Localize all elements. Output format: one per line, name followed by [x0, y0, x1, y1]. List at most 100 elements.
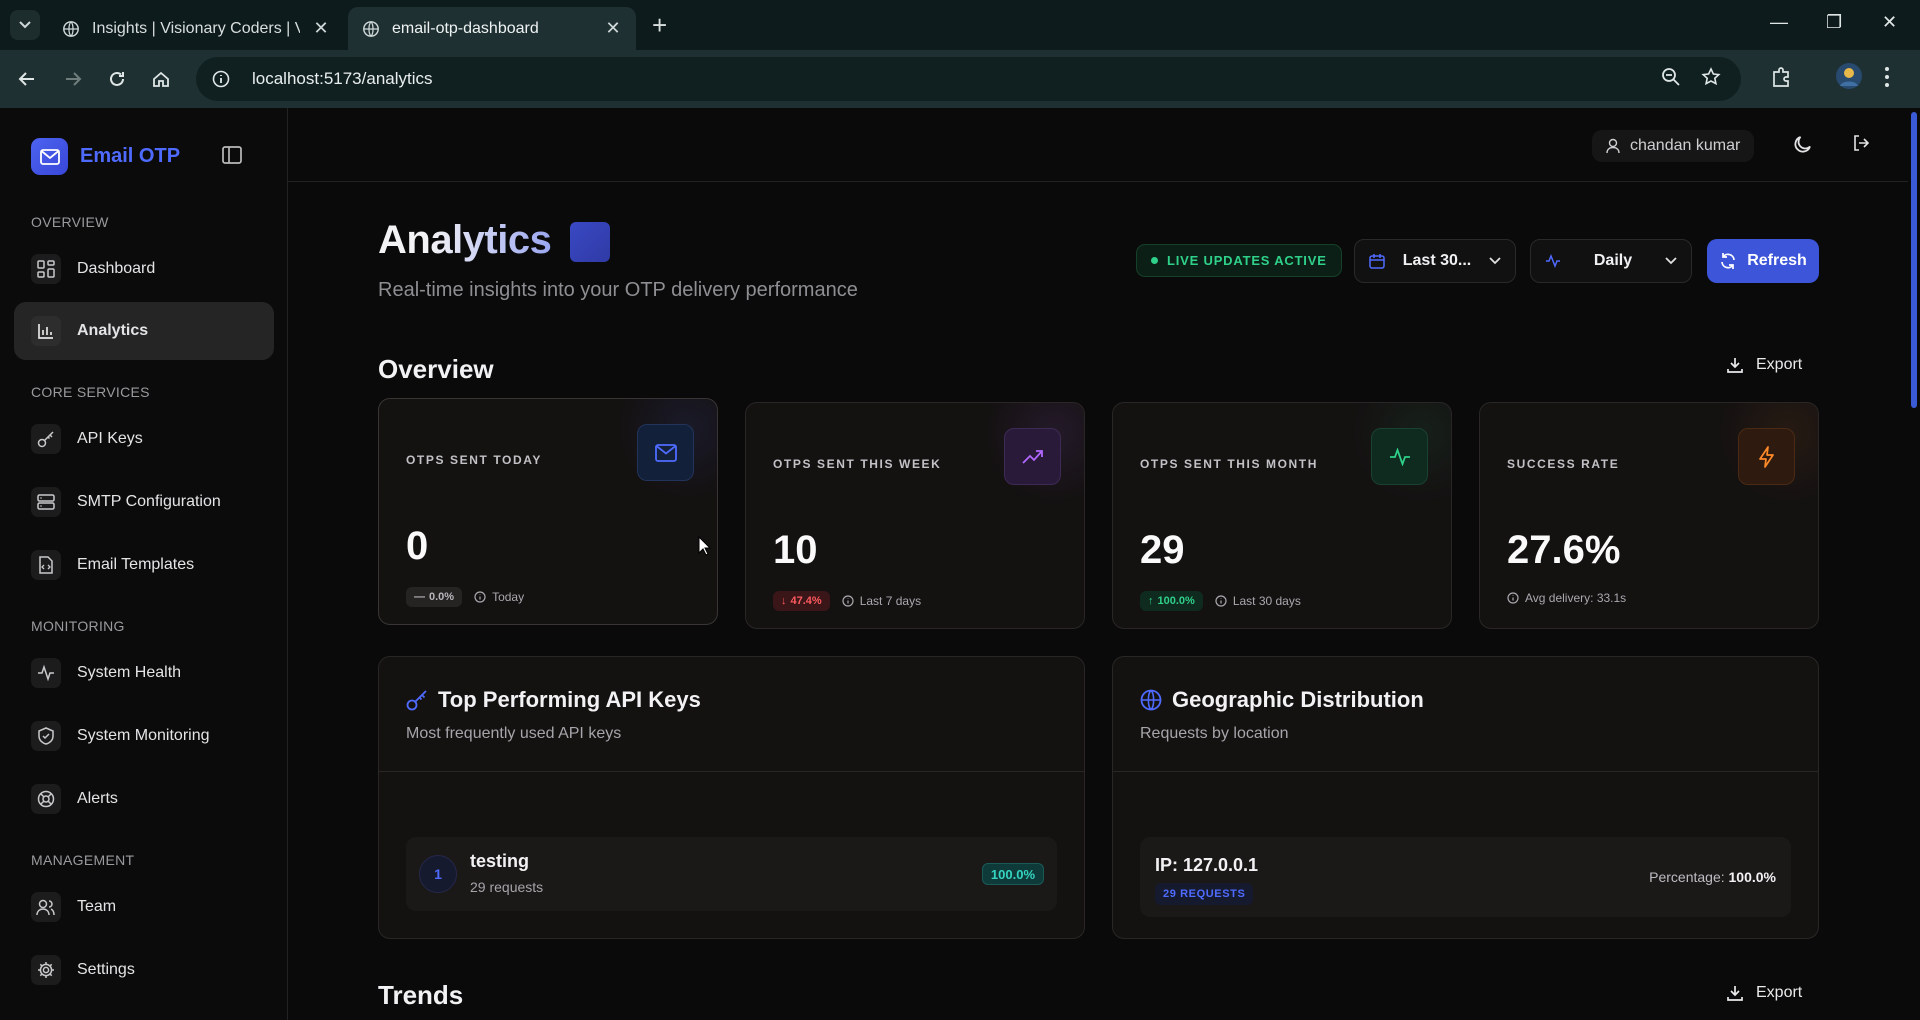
key-icon: [31, 424, 61, 454]
mail-icon: [31, 138, 68, 175]
period: Today: [474, 590, 524, 604]
logout-icon[interactable]: [1852, 134, 1870, 157]
address-bar[interactable]: localhost:5173/analytics: [196, 57, 1741, 101]
page-scrollbar[interactable]: [1908, 108, 1920, 1020]
zoom-icon[interactable]: [1661, 67, 1681, 92]
zap-icon: [1738, 428, 1795, 485]
close-window-icon[interactable]: ✕: [1882, 12, 1897, 33]
trends-export-button[interactable]: Export: [1726, 984, 1802, 1002]
interval-select[interactable]: Daily: [1530, 239, 1692, 283]
user-name: chandan kumar: [1630, 137, 1741, 154]
sidebar-item-analytics[interactable]: Analytics: [14, 302, 274, 360]
minus-icon: —: [414, 591, 425, 603]
browser-toolbar: localhost:5173/analytics: [0, 50, 1920, 108]
lifebuoy-icon: [31, 784, 61, 814]
arrow-down-icon: ↓: [781, 595, 787, 607]
sidebar-item-system-health[interactable]: System Health: [14, 644, 274, 702]
panel-subtitle: Most frequently used API keys: [406, 725, 622, 742]
browser-tab-dashboard[interactable]: email-otp-dashboard ✕: [348, 7, 636, 50]
top-api-keys-panel: Top Performing API Keys Most frequently …: [378, 656, 1085, 939]
stat-label: OTPS SENT TODAY: [406, 453, 543, 467]
sidebar-item-label: Analytics: [77, 322, 149, 339]
sidebar-item-settings[interactable]: Settings: [14, 941, 274, 999]
user-icon: [1606, 138, 1620, 154]
percentage-value: 100.0%: [1728, 869, 1776, 885]
geographic-distribution-panel: Geographic Distribution Requests by loca…: [1112, 656, 1819, 939]
mail-icon: [637, 424, 694, 481]
sidebar-item-label: Dashboard: [77, 260, 156, 277]
shield-check-icon: [31, 721, 61, 751]
extensions-icon[interactable]: [1770, 66, 1792, 93]
sidebar-item-api-keys[interactable]: API Keys: [14, 410, 274, 468]
period-label: Avg delivery: 33.1s: [1525, 591, 1627, 605]
close-tab-icon[interactable]: ✕: [604, 18, 622, 39]
stat-card-today[interactable]: OTPS SENT TODAY 0 — 0.0% Today: [378, 398, 718, 625]
profile-avatar[interactable]: [1835, 62, 1863, 95]
back-icon[interactable]: [14, 66, 40, 92]
restore-icon[interactable]: ❐: [1826, 12, 1842, 33]
minimize-icon[interactable]: —: [1770, 12, 1788, 33]
period-label: Last 30 days: [1232, 594, 1301, 608]
reload-icon[interactable]: [104, 66, 130, 92]
chevron-down-icon: [1665, 257, 1677, 265]
export-label: Export: [1756, 984, 1803, 1001]
api-key-row[interactable]: 1 testing 29 requests 100.0%: [406, 837, 1057, 911]
stat-card-month[interactable]: OTPS SENT THIS MONTH 29 ↑ 100.0% Last 30…: [1112, 402, 1452, 629]
export-button[interactable]: Export: [1726, 356, 1802, 374]
sidebar-item-smtp[interactable]: SMTP Configuration: [14, 473, 274, 531]
period-label: Last 7 days: [859, 594, 922, 608]
sidebar-item-system-monitoring[interactable]: System Monitoring: [14, 707, 274, 765]
live-dot: [1151, 257, 1158, 264]
sidebar-item-email-templates[interactable]: Email Templates: [14, 536, 274, 594]
period: Last 7 days: [842, 594, 921, 608]
section-management: MANAGEMENT: [31, 852, 135, 868]
users-icon: [31, 892, 61, 922]
theme-toggle-moon-icon[interactable]: [1793, 134, 1813, 159]
sidebar-toggle-icon[interactable]: [222, 146, 242, 169]
sidebar-item-dashboard[interactable]: Dashboard: [14, 240, 274, 298]
export-label: Export: [1756, 356, 1803, 373]
change-value: 100.0%: [1157, 595, 1195, 607]
globe-icon: [363, 20, 379, 37]
user-menu[interactable]: chandan kumar: [1592, 130, 1755, 162]
sidebar-item-alerts[interactable]: Alerts: [14, 770, 274, 828]
sidebar-item-label: Alerts: [77, 790, 118, 807]
stat-card-success-rate[interactable]: SUCCESS RATE 27.6% Avg delivery: 33.1s: [1479, 402, 1819, 629]
bookmark-star-icon[interactable]: [1701, 67, 1721, 92]
sidebar-item-team[interactable]: Team: [14, 878, 274, 936]
brand[interactable]: Email OTP: [31, 138, 180, 175]
ip-address: IP: 127.0.0.1: [1155, 855, 1259, 875]
sidebar-item-label: Team: [77, 898, 117, 915]
scrollbar-thumb[interactable]: [1911, 112, 1917, 408]
server-icon: [31, 487, 61, 517]
forward-icon[interactable]: [60, 66, 86, 92]
new-tab-button[interactable]: +: [652, 12, 667, 38]
chevron-down-icon: [19, 21, 31, 29]
sidebar-item-label: API Keys: [77, 430, 143, 447]
date-range-select[interactable]: Last 30...: [1354, 239, 1516, 283]
gear-icon: [31, 955, 61, 985]
home-icon[interactable]: [148, 66, 174, 92]
stat-meta: — 0.0% Today: [406, 587, 524, 607]
trending-up-icon: [1004, 428, 1061, 485]
live-updates-badge: LIVE UPDATES ACTIVE: [1136, 244, 1342, 277]
section-core-services: CORE SERVICES: [31, 384, 150, 400]
period-label: Today: [492, 590, 525, 604]
refresh-button[interactable]: Refresh: [1707, 239, 1819, 283]
mouse-cursor-icon: [698, 536, 712, 556]
close-tab-icon[interactable]: ✕: [312, 18, 330, 39]
app-header: chandan kumar: [288, 108, 1908, 182]
browser-menu-icon[interactable]: [1884, 66, 1890, 93]
arrow-up-icon: ↑: [1148, 595, 1154, 607]
geo-row[interactable]: IP: 127.0.0.1 29 REQUESTS Percentage: 10…: [1140, 837, 1791, 917]
tab-search-button[interactable]: [10, 10, 40, 40]
browser-tab-insights[interactable]: Insights | Visionary Coders | Visi ✕: [48, 7, 344, 50]
site-info-icon[interactable]: [212, 70, 230, 88]
sidebar-item-label: System Health: [77, 664, 182, 681]
sidebar-item-label: Email Templates: [77, 556, 195, 573]
activity-icon: [1371, 428, 1428, 485]
stat-meta: ↓ 47.4% Last 7 days: [773, 591, 921, 611]
panel-subtitle: Requests by location: [1140, 725, 1289, 742]
stat-card-week[interactable]: OTPS SENT THIS WEEK 10 ↓ 47.4% Last 7 da…: [745, 402, 1085, 629]
download-icon: [1727, 358, 1743, 373]
